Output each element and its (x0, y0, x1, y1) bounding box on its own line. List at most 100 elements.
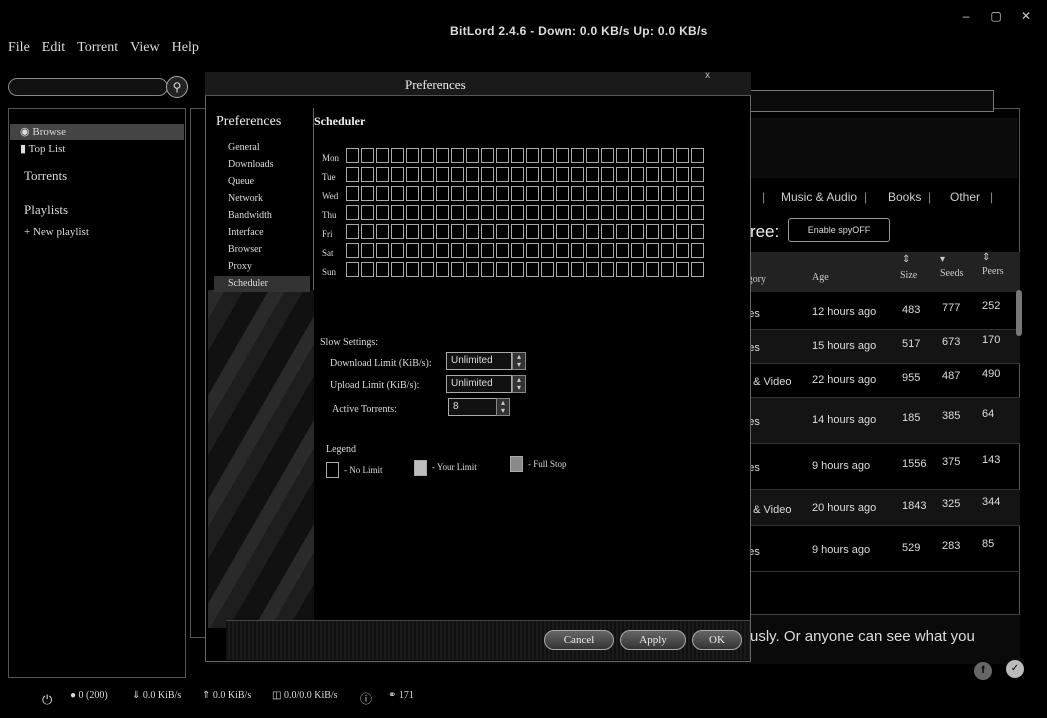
schedule-cell[interactable] (436, 167, 449, 182)
schedule-cell[interactable] (451, 224, 464, 239)
schedule-cell[interactable] (526, 262, 539, 277)
schedule-cell[interactable] (466, 224, 479, 239)
schedule-cell[interactable] (511, 186, 524, 201)
schedule-cell[interactable] (526, 243, 539, 258)
schedule-cell[interactable] (526, 167, 539, 182)
schedule-cell[interactable] (511, 167, 524, 182)
schedule-cell[interactable] (616, 243, 629, 258)
schedule-cell[interactable] (436, 148, 449, 163)
schedule-cell[interactable] (481, 148, 494, 163)
schedule-cell[interactable] (361, 205, 374, 220)
table-row[interactable]: ies & Video 22 hours ago 955 487 490 (732, 364, 1020, 398)
schedule-cell[interactable] (496, 186, 509, 201)
active-torrents-stepper[interactable]: ▴ ▾ (496, 398, 510, 416)
schedule-cell[interactable] (631, 205, 644, 220)
schedule-cell[interactable] (391, 167, 404, 182)
schedule-cell[interactable] (346, 262, 359, 277)
schedule-cell[interactable] (601, 148, 614, 163)
schedule-cell[interactable] (406, 205, 419, 220)
schedule-cell[interactable] (391, 205, 404, 220)
schedule-cell[interactable] (451, 262, 464, 277)
table-row[interactable]: eries 9 hours ago 529 283 85 (732, 526, 1020, 572)
schedule-cell[interactable] (676, 205, 689, 220)
schedule-cell[interactable] (436, 243, 449, 258)
sidebar-item-toplist[interactable]: ▮ Top List (20, 142, 65, 155)
active-torrents-input[interactable]: 8 (448, 398, 498, 416)
schedule-cell[interactable] (526, 186, 539, 201)
cancel-button[interactable]: Cancel (544, 630, 614, 650)
schedule-cell[interactable] (526, 224, 539, 239)
schedule-cell[interactable] (481, 167, 494, 182)
nav-item-bandwidth[interactable]: Bandwidth (228, 210, 272, 221)
schedule-cell[interactable] (391, 224, 404, 239)
schedule-cell[interactable] (451, 167, 464, 182)
schedule-cell[interactable] (496, 148, 509, 163)
schedule-cell[interactable] (646, 148, 659, 163)
schedule-cell[interactable] (631, 148, 644, 163)
nav-item-downloads[interactable]: Downloads (228, 159, 274, 170)
schedule-cell[interactable] (586, 205, 599, 220)
schedule-cell[interactable] (586, 186, 599, 201)
schedule-cell[interactable] (616, 262, 629, 277)
schedule-cell[interactable] (466, 167, 479, 182)
schedule-cell[interactable] (646, 186, 659, 201)
schedule-cell[interactable] (421, 243, 434, 258)
info-icon[interactable]: ⓘ (360, 690, 372, 707)
table-row[interactable]: eries 12 hours ago 483 777 252 (732, 296, 1020, 330)
schedule-cell[interactable] (661, 205, 674, 220)
schedule-cell[interactable] (526, 148, 539, 163)
schedule-cell[interactable] (496, 224, 509, 239)
schedule-cell[interactable] (601, 243, 614, 258)
menu-edit[interactable]: Edit (42, 38, 65, 60)
schedule-cell[interactable] (361, 167, 374, 182)
upload-limit-input[interactable]: Unlimited (446, 375, 512, 393)
twitter-icon[interactable]: ✓ (1006, 660, 1024, 678)
minimize-button[interactable]: – (957, 8, 975, 24)
address-bar[interactable] (732, 90, 994, 112)
connections-status[interactable]: ● 0 (200) (70, 690, 108, 701)
schedule-cell[interactable] (406, 243, 419, 258)
schedule-cell[interactable] (586, 243, 599, 258)
schedule-cell[interactable] (406, 262, 419, 277)
schedule-cell[interactable] (616, 205, 629, 220)
schedule-cell[interactable] (511, 224, 524, 239)
apply-button[interactable]: Apply (620, 630, 686, 650)
schedule-cell[interactable] (556, 224, 569, 239)
schedule-cell[interactable] (631, 262, 644, 277)
schedule-cell[interactable] (631, 186, 644, 201)
schedule-cell[interactable] (601, 186, 614, 201)
schedule-cell[interactable] (676, 262, 689, 277)
dht-status[interactable]: ⚭ 171 (388, 690, 414, 701)
schedule-cell[interactable] (451, 205, 464, 220)
schedule-cell[interactable] (421, 262, 434, 277)
enable-spyoff-button[interactable]: Enable spyOFF (788, 218, 890, 242)
schedule-cell[interactable] (601, 205, 614, 220)
schedule-cell[interactable] (661, 148, 674, 163)
column-size[interactable]: Size (900, 270, 917, 281)
schedule-cell[interactable] (421, 167, 434, 182)
schedule-cell[interactable] (691, 243, 704, 258)
schedule-cell[interactable] (346, 148, 359, 163)
schedule-cell[interactable] (376, 148, 389, 163)
schedule-cell[interactable] (661, 167, 674, 182)
schedule-cell[interactable] (481, 205, 494, 220)
schedule-cell[interactable] (481, 224, 494, 239)
schedule-cell[interactable] (451, 148, 464, 163)
schedule-cell[interactable] (346, 205, 359, 220)
schedule-cell[interactable] (391, 148, 404, 163)
schedule-cell[interactable] (436, 262, 449, 277)
sidebar-section-torrents[interactable]: Torrents (24, 168, 67, 184)
schedule-cell[interactable] (556, 186, 569, 201)
schedule-cell[interactable] (376, 167, 389, 182)
schedule-cell[interactable] (346, 167, 359, 182)
schedule-cell[interactable] (571, 186, 584, 201)
schedule-cell[interactable] (361, 186, 374, 201)
table-row[interactable]: ies & Video 20 hours ago 1843 325 344 (732, 490, 1020, 526)
schedule-cell[interactable] (541, 148, 554, 163)
schedule-cell[interactable] (601, 224, 614, 239)
schedule-cell[interactable] (616, 167, 629, 182)
schedule-cell[interactable] (556, 205, 569, 220)
upload-speed-status[interactable]: ⇑ 0.0 KiB/s (202, 690, 251, 701)
sidebar-section-playlists[interactable]: Playlists (24, 202, 68, 218)
schedule-cell[interactable] (376, 205, 389, 220)
